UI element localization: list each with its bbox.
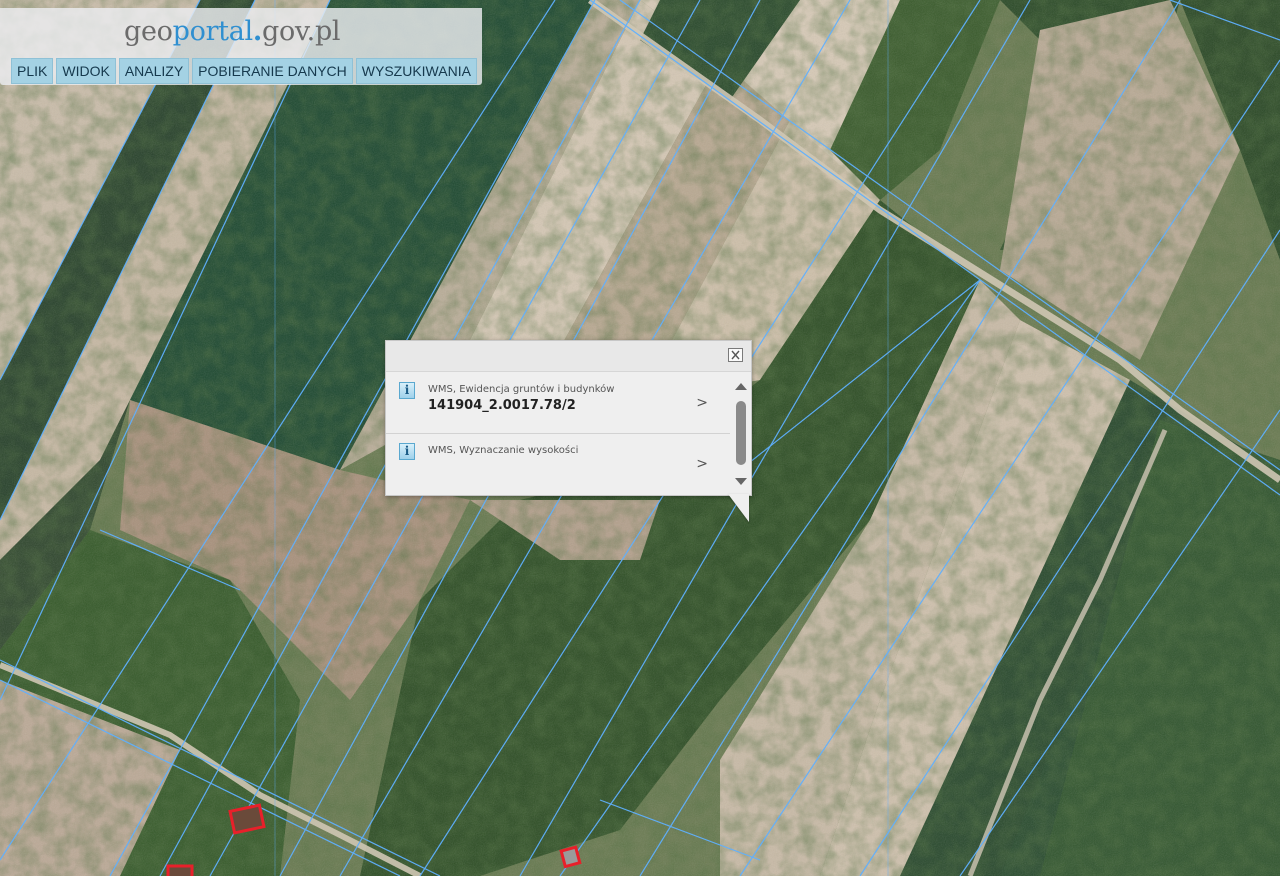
logo-portal-text: portal	[172, 16, 254, 47]
close-icon[interactable]	[728, 348, 743, 362]
chevron-right-icon[interactable]: >	[696, 456, 708, 472]
menu-widok[interactable]: WIDOK	[56, 58, 116, 84]
header-panel: geoportal.gov.pl PLIK WIDOK ANALIZY POBI…	[0, 8, 482, 85]
building-outline	[559, 845, 582, 869]
result-source: WMS, Ewidencja gruntów i budynków	[428, 384, 615, 395]
result-item-ewidencja[interactable]: i WMS, Ewidencja gruntów i budynków 1419…	[386, 373, 730, 434]
parcel-id: 141904_2.0017.78/2	[428, 398, 576, 413]
geoportal-logo[interactable]: geoportal.gov.pl	[124, 16, 341, 47]
result-item-wysokosc[interactable]: i WMS, Wyznaczanie wysokości >	[386, 434, 730, 494]
scroll-down-icon[interactable]	[735, 478, 747, 485]
menu-plik[interactable]: PLIK	[11, 58, 54, 84]
menu-wyszukiwania[interactable]: WYSZUKIWANIA	[355, 58, 477, 84]
popup-header	[386, 341, 751, 372]
info-icon: i	[399, 382, 415, 399]
info-icon: i	[399, 443, 415, 460]
popup-pointer	[728, 494, 749, 522]
scroll-thumb[interactable]	[736, 401, 746, 465]
popup-results: i WMS, Ewidencja gruntów i budynków 1419…	[386, 373, 730, 495]
building-outline	[166, 864, 194, 876]
menu-pobieranie-danych[interactable]: POBIERANIE DANYCH	[192, 58, 353, 84]
result-source: WMS, Wyznaczanie wysokości	[428, 445, 579, 456]
scroll-up-icon[interactable]	[735, 383, 747, 390]
menu-analizy[interactable]: ANALIZY	[118, 58, 190, 84]
logo-dot: .	[252, 16, 262, 47]
identify-popup: i WMS, Ewidencja gruntów i budynków 1419…	[385, 340, 752, 496]
building-outline	[228, 803, 266, 835]
logo-gov-text: gov.pl	[261, 16, 341, 47]
main-menu: PLIK WIDOK ANALIZY POBIERANIE DANYCH WYS…	[11, 58, 477, 84]
chevron-right-icon[interactable]: >	[696, 395, 708, 411]
logo-geo-text: geo	[124, 16, 173, 47]
popup-scrollbar[interactable]	[733, 377, 750, 489]
